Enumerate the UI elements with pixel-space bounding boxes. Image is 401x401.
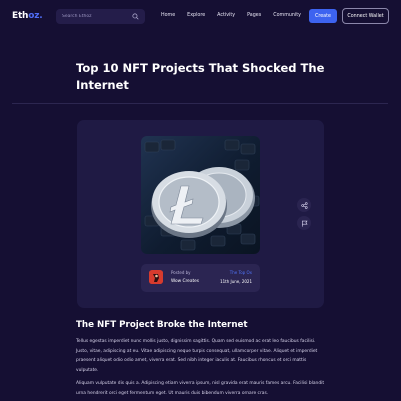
author-card: Posted by Wow Creates The Top Ox 11th Ju… <box>141 264 260 292</box>
post-date: 11th June, 2021 <box>220 279 252 284</box>
flag-icon <box>301 220 308 227</box>
article-paragraph: Tellus egestas imperdiet nunc mollis jus… <box>76 339 318 373</box>
report-button[interactable] <box>297 216 311 230</box>
nav-explore[interactable]: Explore <box>187 13 205 18</box>
top-navbar: Ethoz. Home Explore Activity Pages Commu… <box>0 0 401 33</box>
nav-activity[interactable]: Activity <box>217 13 235 18</box>
article-paragraph: Aliquam vulputate dis quis a. Adipiscing… <box>76 381 325 396</box>
avatar-icon <box>149 271 163 284</box>
nav-community[interactable]: Community <box>273 13 301 18</box>
logo-accent: oz. <box>28 11 43 21</box>
coin-image <box>144 139 260 251</box>
search-icon[interactable] <box>132 13 139 20</box>
category-tag-link[interactable]: The Top Ox <box>230 270 252 275</box>
connect-wallet-button[interactable]: Connect Wallet <box>342 8 389 24</box>
posted-by-label: Posted by <box>171 270 191 275</box>
share-icon <box>300 201 308 209</box>
avatar[interactable] <box>149 270 163 284</box>
nav-home[interactable]: Home <box>161 13 175 18</box>
section-heading: The NFT Project Broke the Internet <box>76 320 248 330</box>
logo-text: Eth <box>12 11 29 21</box>
page-title: Top 10 NFT Projects That Shocked The Int… <box>76 61 325 92</box>
create-button[interactable]: Create <box>309 9 337 23</box>
search-box[interactable] <box>56 9 145 24</box>
author-name[interactable]: Wow Creates <box>171 279 199 284</box>
article-image <box>141 136 260 254</box>
nav-pages[interactable]: Pages <box>247 13 261 18</box>
title-divider <box>12 103 388 104</box>
logo[interactable]: Ethoz. <box>12 11 43 21</box>
main-nav: Home Explore Activity Pages Community <box>161 13 313 18</box>
share-button[interactable] <box>297 198 311 212</box>
search-input[interactable] <box>62 14 132 19</box>
